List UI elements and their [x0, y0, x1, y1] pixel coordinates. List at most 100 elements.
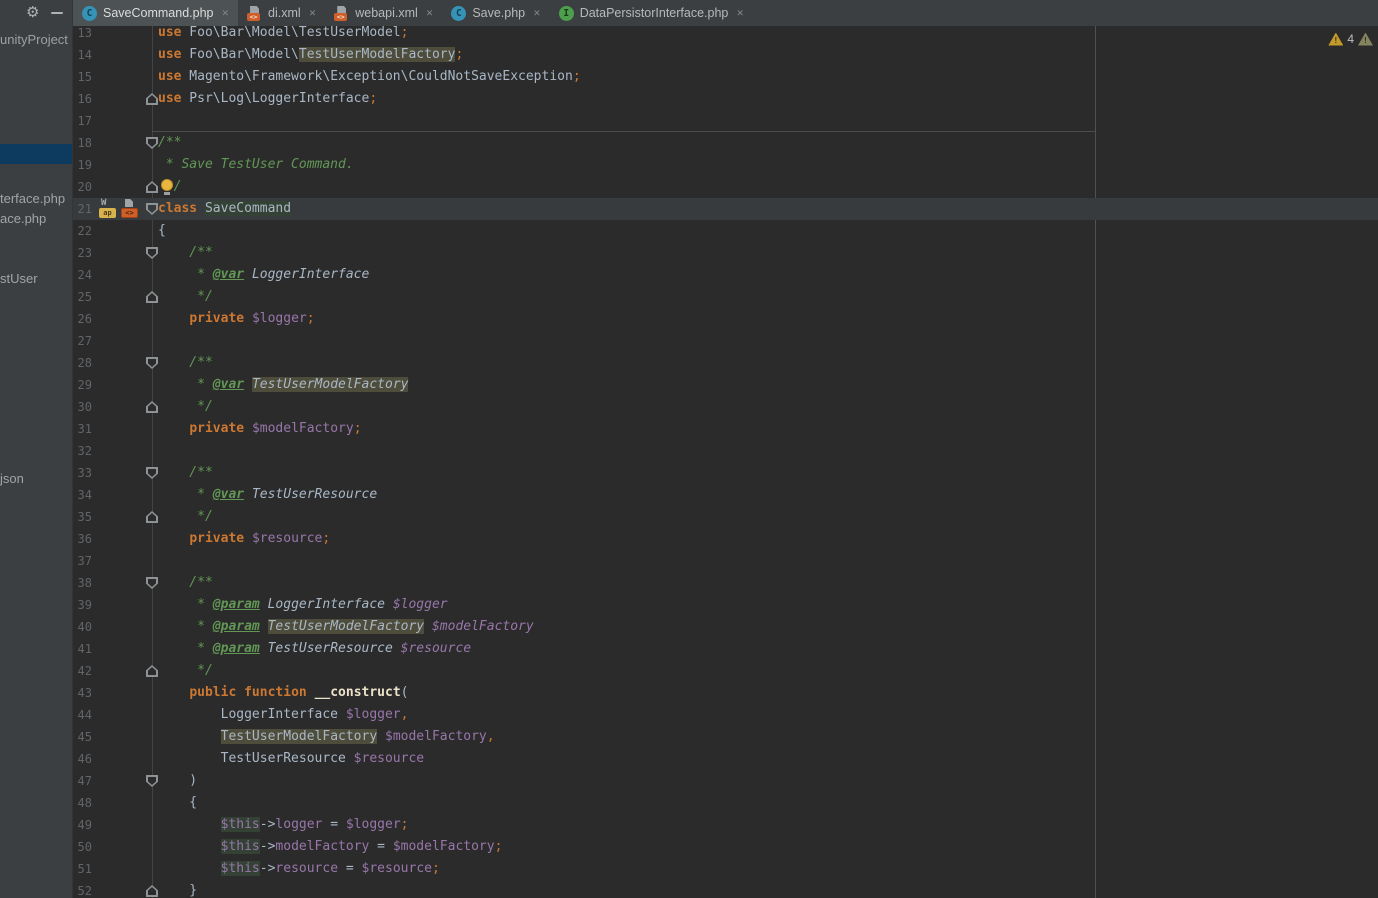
line-number[interactable]: 20	[73, 176, 92, 198]
line-number[interactable]: 17	[73, 110, 92, 132]
code-text[interactable]: * @var LoggerInterface	[158, 264, 369, 286]
line-number[interactable]: 15	[73, 66, 92, 88]
code-text[interactable]: private $resource;	[158, 528, 330, 550]
fold-marker-down-icon[interactable]	[146, 467, 158, 479]
line-number[interactable]: 38	[73, 572, 92, 594]
line-number[interactable]: 25	[73, 286, 92, 308]
line-number[interactable]: 30	[73, 396, 92, 418]
code-text[interactable]: $this->resource = $resource;	[158, 858, 440, 880]
line-number[interactable]: 52	[73, 880, 92, 898]
line-number[interactable]: 19	[73, 154, 92, 176]
line-number[interactable]: 44	[73, 704, 92, 726]
line-number[interactable]: 46	[73, 748, 92, 770]
fold-marker-up-icon[interactable]	[146, 93, 158, 105]
code-text[interactable]: /**	[158, 132, 181, 154]
tree-item[interactable]: unityProject	[0, 30, 73, 50]
line-number[interactable]: 33	[73, 462, 92, 484]
fold-marker-up-icon[interactable]	[146, 181, 158, 193]
code-text[interactable]: */	[158, 660, 213, 682]
code-text[interactable]: /**	[158, 572, 213, 594]
gear-icon[interactable]: ⚙	[26, 4, 39, 22]
line-number[interactable]: 40	[73, 616, 92, 638]
code-text[interactable]: class SaveCommand	[158, 198, 291, 220]
line-number[interactable]: 34	[73, 484, 92, 506]
fold-marker-up-icon[interactable]	[146, 291, 158, 303]
fold-marker-down-icon[interactable]	[146, 775, 158, 787]
code-editor[interactable]: 13use Foo\Bar\Model\TestUserModel;14use …	[73, 26, 1378, 898]
fold-marker-up-icon[interactable]	[146, 665, 158, 677]
code-text[interactable]: private $logger;	[158, 308, 315, 330]
webapi-line-marker-icon[interactable]: Wap	[99, 199, 116, 219]
tree-item[interactable]: ace.php	[0, 209, 73, 229]
code-text[interactable]: * @param TestUserModelFactory $modelFact…	[158, 616, 534, 638]
fold-marker-down-icon[interactable]	[146, 247, 158, 259]
fold-marker-down-icon[interactable]	[146, 577, 158, 589]
line-number[interactable]: 31	[73, 418, 92, 440]
editor-tab[interactable]: CSave.php✕	[442, 0, 549, 26]
code-text[interactable]: * @param LoggerInterface $logger	[158, 594, 448, 616]
line-number[interactable]: 50	[73, 836, 92, 858]
code-text[interactable]: * @var TestUserModelFactory	[158, 374, 408, 396]
code-text[interactable]: {	[158, 792, 197, 814]
line-number[interactable]: 47	[73, 770, 92, 792]
line-number[interactable]: 37	[73, 550, 92, 572]
line-number[interactable]: 29	[73, 374, 92, 396]
tree-item[interactable]: terface.php	[0, 189, 73, 209]
line-number[interactable]: 35	[73, 506, 92, 528]
code-text[interactable]: * @var TestUserResource	[158, 484, 377, 506]
tab-close-icon[interactable]: ✕	[426, 8, 434, 19]
collapse-panel-icon[interactable]: «	[0, 6, 9, 20]
line-number[interactable]: 23	[73, 242, 92, 264]
line-number[interactable]: 48	[73, 792, 92, 814]
line-number[interactable]: 16	[73, 88, 92, 110]
tab-close-icon[interactable]: ✕	[736, 8, 744, 19]
code-text[interactable]: */	[158, 506, 213, 528]
code-text[interactable]: */	[158, 396, 213, 418]
line-number[interactable]: 49	[73, 814, 92, 836]
fold-marker-down-icon[interactable]	[146, 137, 158, 149]
line-number[interactable]: 39	[73, 594, 92, 616]
tab-close-icon[interactable]: ✕	[309, 8, 317, 19]
line-number[interactable]: 32	[73, 440, 92, 462]
tree-item[interactable]: stUser	[0, 269, 73, 289]
fold-marker-up-icon[interactable]	[146, 885, 158, 897]
line-number[interactable]: 43	[73, 682, 92, 704]
fold-marker-down-icon[interactable]	[146, 357, 158, 369]
code-text[interactable]: $this->modelFactory = $modelFactory;	[158, 836, 502, 858]
code-text[interactable]: */	[158, 286, 213, 308]
code-text[interactable]: use Foo\Bar\Model\TestUserModel;	[158, 26, 408, 44]
line-number[interactable]: 18	[73, 132, 92, 154]
line-number[interactable]: 28	[73, 352, 92, 374]
fold-marker-up-icon[interactable]	[146, 511, 158, 523]
code-text[interactable]: /**	[158, 242, 213, 264]
line-number[interactable]: 14	[73, 44, 92, 66]
line-number[interactable]: 27	[73, 330, 92, 352]
editor-tab[interactable]: CSaveCommand.php✕	[73, 0, 238, 26]
line-number[interactable]: 22	[73, 220, 92, 242]
code-text[interactable]: )	[158, 770, 197, 792]
line-number[interactable]: 26	[73, 308, 92, 330]
line-number[interactable]: 51	[73, 858, 92, 880]
fold-marker-down-icon[interactable]	[146, 203, 158, 215]
di-config-line-marker-icon[interactable]: <>	[121, 199, 138, 219]
intention-bulb-icon[interactable]	[160, 179, 174, 195]
editor-tab[interactable]: <>webapi.xml✕	[325, 0, 442, 26]
code-text[interactable]: public function __construct(	[158, 682, 408, 704]
code-text[interactable]: TestUserResource $resource	[158, 748, 424, 770]
code-text[interactable]: * @param TestUserResource $resource	[158, 638, 471, 660]
code-text[interactable]: /**	[158, 462, 213, 484]
code-text[interactable]: use Psr\Log\LoggerInterface;	[158, 88, 377, 110]
tab-close-icon[interactable]: ✕	[221, 8, 229, 19]
line-number[interactable]: 42	[73, 660, 92, 682]
line-number[interactable]: 41	[73, 638, 92, 660]
hide-panel-icon[interactable]	[51, 12, 63, 14]
fold-marker-up-icon[interactable]	[146, 401, 158, 413]
code-text[interactable]: private $modelFactory;	[158, 418, 362, 440]
code-text[interactable]: LoggerInterface $logger,	[158, 704, 408, 726]
code-text[interactable]: $this->logger = $logger;	[158, 814, 409, 836]
inspections-widget[interactable]: ! 4 !	[1328, 32, 1373, 46]
line-number[interactable]: 45	[73, 726, 92, 748]
code-text[interactable]: {	[158, 220, 166, 242]
code-text[interactable]: use Foo\Bar\Model\TestUserModelFactory;	[158, 44, 463, 66]
tab-close-icon[interactable]: ✕	[533, 8, 541, 19]
